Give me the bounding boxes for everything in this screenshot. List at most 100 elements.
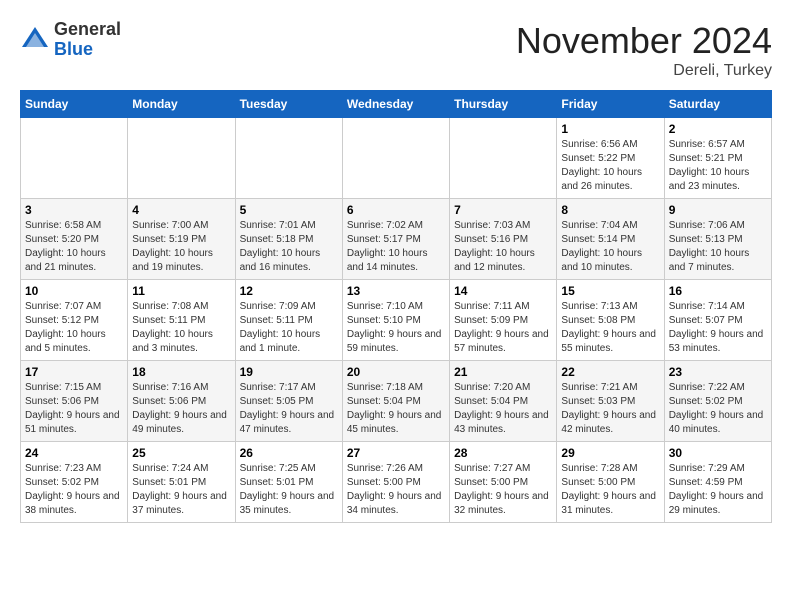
title-block: November 2024 Dereli, Turkey xyxy=(516,20,772,80)
calendar-cell: 3 Sunrise: 6:58 AM Sunset: 5:20 PM Daylig… xyxy=(21,199,128,280)
calendar-cell xyxy=(128,118,235,199)
day-info: Sunrise: 7:20 AM Sunset: 5:04 PM Dayligh… xyxy=(454,381,552,437)
day-number: 13 xyxy=(347,284,445,298)
day-info: Sunrise: 7:25 AM Sunset: 5:01 PM Dayligh… xyxy=(240,462,338,518)
calendar-cell: 2 Sunrise: 6:57 AM Sunset: 5:21 PM Daylig… xyxy=(664,118,771,199)
weekday-header-tuesday: Tuesday xyxy=(235,91,342,118)
week-row-5: 24Sunrise: 7:23 AM Sunset: 5:02 PM Dayli… xyxy=(21,442,772,523)
day-info: Sunrise: 7:22 AM Sunset: 5:02 PM Dayligh… xyxy=(669,381,767,437)
day-number: 19 xyxy=(240,365,338,379)
day-number: 29 xyxy=(561,446,659,460)
weekday-header-friday: Friday xyxy=(557,91,664,118)
logo-text: General Blue xyxy=(54,20,121,60)
day-number: 5 xyxy=(240,203,338,217)
week-row-3: 10Sunrise: 7:07 AM Sunset: 5:12 PM Dayli… xyxy=(21,280,772,361)
calendar-cell: 10Sunrise: 7:07 AM Sunset: 5:12 PM Dayli… xyxy=(21,280,128,361)
calendar-cell: 15 Sunrise: 7:13 AM Sunset: 5:08 PM Dayli… xyxy=(557,280,664,361)
calendar-cell: 26 Sunrise: 7:25 AM Sunset: 5:01 PM Dayli… xyxy=(235,442,342,523)
day-number: 17 xyxy=(25,365,123,379)
calendar-cell: 4 Sunrise: 7:00 AM Sunset: 5:19 PM Daylig… xyxy=(128,199,235,280)
day-info: Sunrise: 7:27 AM Sunset: 5:00 PM Dayligh… xyxy=(454,462,552,518)
page-header: General Blue November 2024 Dereli, Turke… xyxy=(20,20,772,80)
day-info: Sunrise: 6:58 AM Sunset: 5:20 PM Dayligh… xyxy=(25,219,123,275)
day-number: 18 xyxy=(132,365,230,379)
day-number: 20 xyxy=(347,365,445,379)
day-number: 27 xyxy=(347,446,445,460)
calendar-cell: 20 Sunrise: 7:18 AM Sunset: 5:04 PM Dayli… xyxy=(342,361,449,442)
day-number: 26 xyxy=(240,446,338,460)
calendar-cell: 11 Sunrise: 7:08 AM Sunset: 5:11 PM Dayli… xyxy=(128,280,235,361)
calendar-cell: 25 Sunrise: 7:24 AM Sunset: 5:01 PM Dayli… xyxy=(128,442,235,523)
day-number: 30 xyxy=(669,446,767,460)
month-title: November 2024 xyxy=(516,20,772,62)
calendar-cell: 7 Sunrise: 7:03 AM Sunset: 5:16 PM Daylig… xyxy=(450,199,557,280)
calendar-cell: 24Sunrise: 7:23 AM Sunset: 5:02 PM Dayli… xyxy=(21,442,128,523)
day-info: Sunrise: 7:29 AM Sunset: 4:59 PM Dayligh… xyxy=(669,462,767,518)
day-info: Sunrise: 7:08 AM Sunset: 5:11 PM Dayligh… xyxy=(132,300,230,356)
weekday-header-row: SundayMondayTuesdayWednesdayThursdayFrid… xyxy=(21,91,772,118)
day-number: 25 xyxy=(132,446,230,460)
calendar-cell: 23 Sunrise: 7:22 AM Sunset: 5:02 PM Dayli… xyxy=(664,361,771,442)
day-info: Sunrise: 7:15 AM Sunset: 5:06 PM Dayligh… xyxy=(25,381,123,437)
logo: General Blue xyxy=(20,20,121,60)
calendar-cell: 12 Sunrise: 7:09 AM Sunset: 5:11 PM Dayli… xyxy=(235,280,342,361)
day-number: 10 xyxy=(25,284,123,298)
calendar-cell: 14 Sunrise: 7:11 AM Sunset: 5:09 PM Dayli… xyxy=(450,280,557,361)
day-info: Sunrise: 7:09 AM Sunset: 5:11 PM Dayligh… xyxy=(240,300,338,356)
calendar-table: SundayMondayTuesdayWednesdayThursdayFrid… xyxy=(20,90,772,523)
calendar-cell: 28 Sunrise: 7:27 AM Sunset: 5:00 PM Dayli… xyxy=(450,442,557,523)
logo-icon xyxy=(20,25,50,55)
day-number: 4 xyxy=(132,203,230,217)
day-info: Sunrise: 7:02 AM Sunset: 5:17 PM Dayligh… xyxy=(347,219,445,275)
day-info: Sunrise: 7:03 AM Sunset: 5:16 PM Dayligh… xyxy=(454,219,552,275)
day-info: Sunrise: 7:01 AM Sunset: 5:18 PM Dayligh… xyxy=(240,219,338,275)
location: Dereli, Turkey xyxy=(516,62,772,80)
day-number: 22 xyxy=(561,365,659,379)
logo-blue: Blue xyxy=(54,39,93,59)
calendar-cell: 9Sunrise: 7:06 AM Sunset: 5:13 PM Daylig… xyxy=(664,199,771,280)
day-info: Sunrise: 7:24 AM Sunset: 5:01 PM Dayligh… xyxy=(132,462,230,518)
day-info: Sunrise: 7:04 AM Sunset: 5:14 PM Dayligh… xyxy=(561,219,659,275)
day-number: 16 xyxy=(669,284,767,298)
day-info: Sunrise: 7:14 AM Sunset: 5:07 PM Dayligh… xyxy=(669,300,767,356)
calendar-cell: 30 Sunrise: 7:29 AM Sunset: 4:59 PM Dayli… xyxy=(664,442,771,523)
calendar-cell xyxy=(21,118,128,199)
day-info: Sunrise: 7:00 AM Sunset: 5:19 PM Dayligh… xyxy=(132,219,230,275)
calendar-cell: 8 Sunrise: 7:04 AM Sunset: 5:14 PM Daylig… xyxy=(557,199,664,280)
day-number: 6 xyxy=(347,203,445,217)
day-number: 1 xyxy=(561,122,659,136)
day-info: Sunrise: 7:16 AM Sunset: 5:06 PM Dayligh… xyxy=(132,381,230,437)
weekday-header-saturday: Saturday xyxy=(664,91,771,118)
day-info: Sunrise: 7:18 AM Sunset: 5:04 PM Dayligh… xyxy=(347,381,445,437)
calendar-cell: 5 Sunrise: 7:01 AM Sunset: 5:18 PM Daylig… xyxy=(235,199,342,280)
calendar-cell: 19Sunrise: 7:17 AM Sunset: 5:05 PM Dayli… xyxy=(235,361,342,442)
day-number: 23 xyxy=(669,365,767,379)
calendar-cell: 6 Sunrise: 7:02 AM Sunset: 5:17 PM Daylig… xyxy=(342,199,449,280)
calendar-cell: 27Sunrise: 7:26 AM Sunset: 5:00 PM Dayli… xyxy=(342,442,449,523)
day-number: 8 xyxy=(561,203,659,217)
logo-general: General xyxy=(54,19,121,39)
calendar-cell: 18 Sunrise: 7:16 AM Sunset: 5:06 PM Dayli… xyxy=(128,361,235,442)
day-info: Sunrise: 7:23 AM Sunset: 5:02 PM Dayligh… xyxy=(25,462,123,518)
day-info: Sunrise: 6:57 AM Sunset: 5:21 PM Dayligh… xyxy=(669,138,767,194)
day-info: Sunrise: 7:28 AM Sunset: 5:00 PM Dayligh… xyxy=(561,462,659,518)
day-number: 14 xyxy=(454,284,552,298)
day-number: 2 xyxy=(669,122,767,136)
day-number: 15 xyxy=(561,284,659,298)
day-info: Sunrise: 7:13 AM Sunset: 5:08 PM Dayligh… xyxy=(561,300,659,356)
day-number: 12 xyxy=(240,284,338,298)
day-number: 7 xyxy=(454,203,552,217)
day-info: Sunrise: 7:11 AM Sunset: 5:09 PM Dayligh… xyxy=(454,300,552,356)
calendar-cell xyxy=(235,118,342,199)
day-info: Sunrise: 6:56 AM Sunset: 5:22 PM Dayligh… xyxy=(561,138,659,194)
weekday-header-wednesday: Wednesday xyxy=(342,91,449,118)
day-number: 28 xyxy=(454,446,552,460)
day-info: Sunrise: 7:10 AM Sunset: 5:10 PM Dayligh… xyxy=(347,300,445,356)
weekday-header-monday: Monday xyxy=(128,91,235,118)
week-row-4: 17 Sunrise: 7:15 AM Sunset: 5:06 PM Dayli… xyxy=(21,361,772,442)
day-number: 3 xyxy=(25,203,123,217)
calendar-cell: 21Sunrise: 7:20 AM Sunset: 5:04 PM Dayli… xyxy=(450,361,557,442)
calendar-cell: 17 Sunrise: 7:15 AM Sunset: 5:06 PM Dayli… xyxy=(21,361,128,442)
week-row-1: 1 Sunrise: 6:56 AM Sunset: 5:22 PM Daylig… xyxy=(21,118,772,199)
day-number: 11 xyxy=(132,284,230,298)
